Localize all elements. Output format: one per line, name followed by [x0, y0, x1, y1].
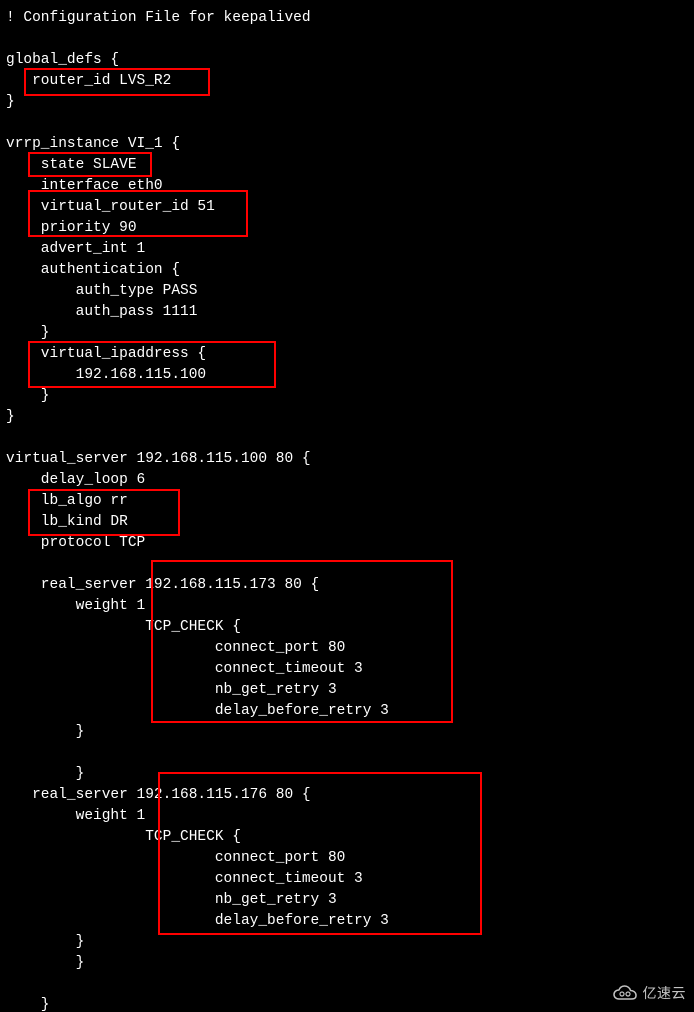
config-screenshot: ! Configuration File for keepalived glob…: [0, 0, 694, 1012]
config-text: ! Configuration File for keepalived glob…: [0, 0, 694, 1012]
